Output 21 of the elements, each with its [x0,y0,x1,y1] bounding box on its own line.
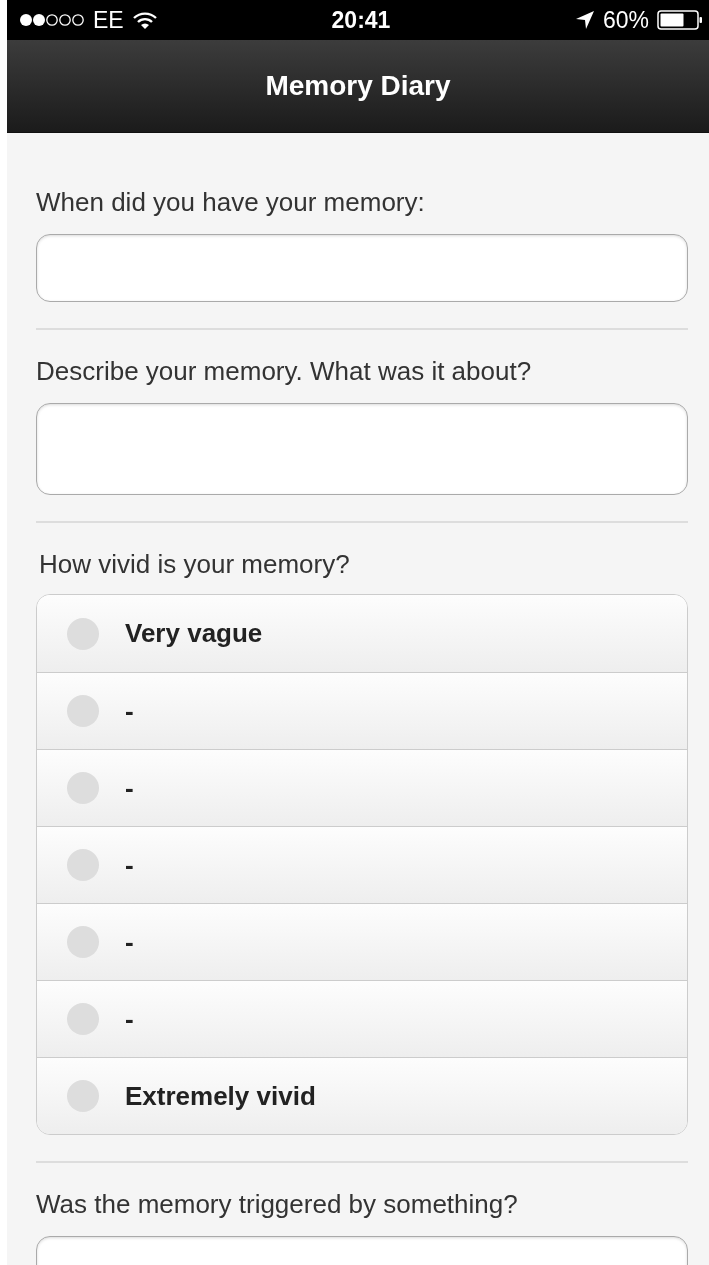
radio-option[interactable]: - [37,672,687,749]
question-label: How vivid is your memory? [39,549,351,580]
radio-option[interactable]: Very vague [37,595,687,672]
text-area[interactable] [36,403,688,495]
radio-option[interactable]: - [37,980,687,1057]
battery-icon [657,10,703,30]
signal-icon [19,12,85,28]
wifi-icon [131,10,158,30]
radio-option[interactable]: - [37,749,687,826]
location-arrow-icon [574,10,595,30]
question-label: Was the memory triggered by something? [36,1189,519,1220]
page-title: Memory Diary [265,70,451,102]
question-label: When did you have your memory: [36,187,426,218]
radio-option[interactable]: - [37,903,687,980]
question-label: Describe your memory. What was it about? [36,356,533,387]
radio-option[interactable]: - [37,826,687,903]
carrier-name: EE [93,6,124,34]
radio-option[interactable]: Extremely vivid [37,1057,687,1134]
clock-time: 20:41 [331,6,391,34]
battery-percent: 60% [602,6,649,34]
input-field[interactable] [36,234,688,302]
